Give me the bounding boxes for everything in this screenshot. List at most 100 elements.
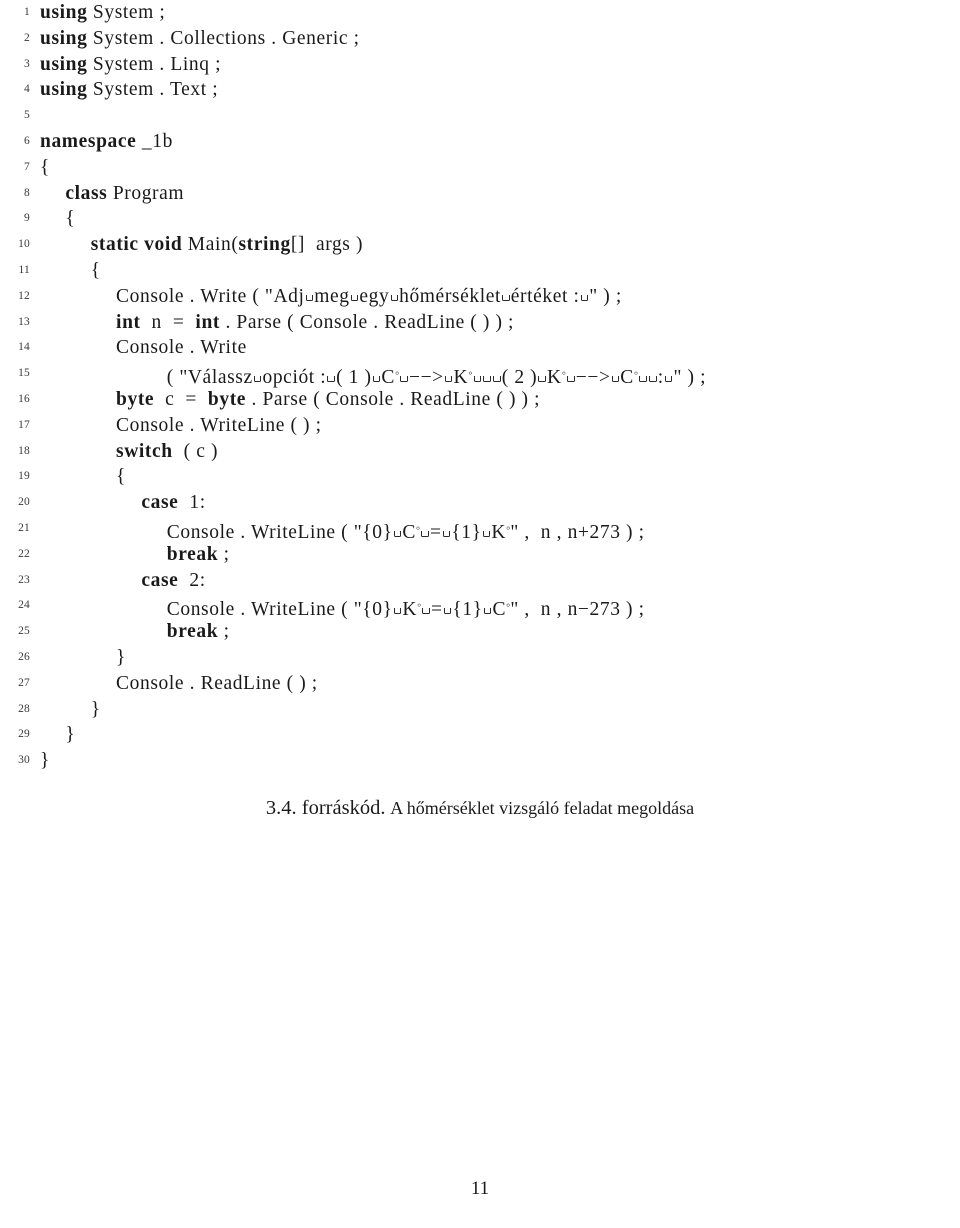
code-token: System . Text ; [87, 79, 219, 101]
code-line: 17 Console . WriteLine ( ) ; [0, 413, 960, 439]
code-token: System . Linq ; [87, 53, 222, 75]
code-token: {1} [451, 521, 482, 543]
code-text: } [40, 748, 50, 774]
code-token: _1b [136, 130, 173, 152]
code-text: { [40, 464, 126, 490]
code-token: Main( [182, 234, 239, 256]
code-keyword: using [40, 2, 88, 23]
code-text: { [40, 258, 101, 284]
code-line: 12 Console . Write ( "Adj meg egy hőmérsékle… [0, 284, 960, 310]
code-keyword: using [40, 79, 88, 101]
line-number: 3 [24, 57, 30, 70]
code-token: Program [107, 182, 185, 204]
code-text: Console . ReadLine ( ) ; [40, 671, 318, 697]
code-keyword: case [141, 569, 179, 591]
code-keyword: string [238, 234, 291, 256]
page-folio: 11 [0, 1178, 960, 1200]
line-number: 7 [24, 160, 30, 173]
line-number: 1 [24, 6, 30, 18]
code-line: 6 namespace _1b [0, 129, 960, 155]
code-keyword: class [65, 182, 108, 204]
code-text: using System . Linq ; [40, 52, 221, 78]
code-token: " , n , n−273 ) ; [510, 599, 645, 621]
degree-sign: ◦ [633, 366, 639, 381]
code-line: 18 switch ( c ) [0, 439, 960, 465]
code-token: Console . Write [116, 337, 247, 359]
document-page: 1 using System ; 2 using System . Collectio… [0, 0, 960, 1228]
code-token: −−> [575, 366, 611, 388]
code-keyword: break [166, 543, 219, 565]
code-text: namespace _1b [40, 129, 173, 155]
code-text: break ; [40, 542, 230, 568]
line-number: 8 [24, 186, 30, 199]
line-number: 13 [18, 315, 30, 328]
code-token: } [90, 698, 101, 720]
code-token: C [381, 366, 395, 388]
code-text: } [40, 645, 126, 671]
line-number: 23 [18, 573, 30, 586]
line-number: 14 [18, 341, 30, 354]
code-token: { [40, 156, 50, 178]
code-line: 26} [0, 645, 960, 671]
code-text: class Program [40, 181, 184, 207]
code-token: egy [359, 285, 390, 307]
line-number: 11 [18, 263, 30, 276]
code-token: " , n , n+273 ) ; [510, 521, 645, 543]
code-text: } [40, 697, 101, 723]
code-line: 9{ [0, 206, 960, 232]
code-token: Console . WriteLine ( ) ; [116, 414, 322, 436]
code-text: Console . Write ( "Adj meg egy hőmérséklet é… [40, 284, 622, 310]
code-text: } [40, 722, 75, 748]
code-line: 3 using System . Linq ; [0, 52, 960, 78]
code-line: 24 Console . WriteLine ( "{0} K◦ = {1} C◦" , … [0, 593, 960, 621]
code-token: 1: [178, 492, 206, 514]
line-number: 20 [18, 496, 30, 509]
line-number: 17 [18, 418, 30, 431]
code-token: } [116, 646, 127, 668]
code-line: 28} [0, 697, 960, 723]
code-token: { [116, 466, 127, 488]
code-token: c = [154, 388, 208, 410]
code-token: 2: [178, 569, 206, 591]
code-token: Console . ReadLine ( ) ; [116, 672, 318, 694]
code-token: { [65, 208, 76, 230]
code-line: 4 using System . Text ; [0, 77, 960, 103]
code-keyword: byte [116, 388, 155, 410]
code-token: K [402, 599, 417, 621]
code-token: Console . Write ( "Adj [116, 285, 305, 307]
code-token: C [492, 599, 507, 621]
code-text: case 1: [40, 490, 206, 516]
code-line: 27 Console . ReadLine ( ) ; [0, 671, 960, 697]
degree-sign: ◦ [415, 520, 421, 535]
line-number: 29 [18, 728, 30, 741]
code-keyword: static void [90, 234, 183, 256]
code-text: case 2: [40, 568, 206, 594]
code-token: C [402, 521, 416, 543]
line-number: 24 [18, 599, 30, 612]
code-token: K [453, 366, 469, 388]
page-number: 11 [470, 1178, 490, 1199]
code-token: ( 2 ) [501, 366, 538, 388]
code-keyword: switch [116, 440, 173, 462]
code-line: 16 byte c = byte . Parse ( Console . Read… [0, 387, 960, 413]
code-token: −−> [408, 366, 444, 388]
code-token: " ) ; [673, 366, 707, 388]
line-number: 21 [18, 521, 30, 534]
code-token: K [491, 521, 507, 543]
code-token: { [90, 259, 101, 281]
code-token: meg [314, 285, 350, 307]
code-token: [] args ) [290, 234, 364, 256]
code-line: 15( "Válassz opciót :( 1 ) C◦ −−> K◦( 2 ) K◦ −… [0, 361, 960, 388]
degree-sign: ◦ [561, 366, 566, 381]
code-keyword: namespace [40, 130, 137, 152]
figure-caption: 3.4. forráskód. A hőmérséklet vizsgáló f… [170, 795, 790, 822]
code-line: 22 break ; [0, 542, 960, 568]
code-line: 30} [0, 748, 960, 774]
line-number: 30 [18, 754, 30, 767]
code-text: { [40, 206, 75, 232]
line-number: 26 [18, 650, 30, 663]
code-text: Console . WriteLine ( ) ; [40, 413, 322, 439]
code-token: Console . WriteLine ( "{0} [166, 599, 393, 621]
code-line: 2 using System . Collections . Generic ; [0, 26, 960, 52]
code-token: ( c ) [172, 440, 219, 462]
